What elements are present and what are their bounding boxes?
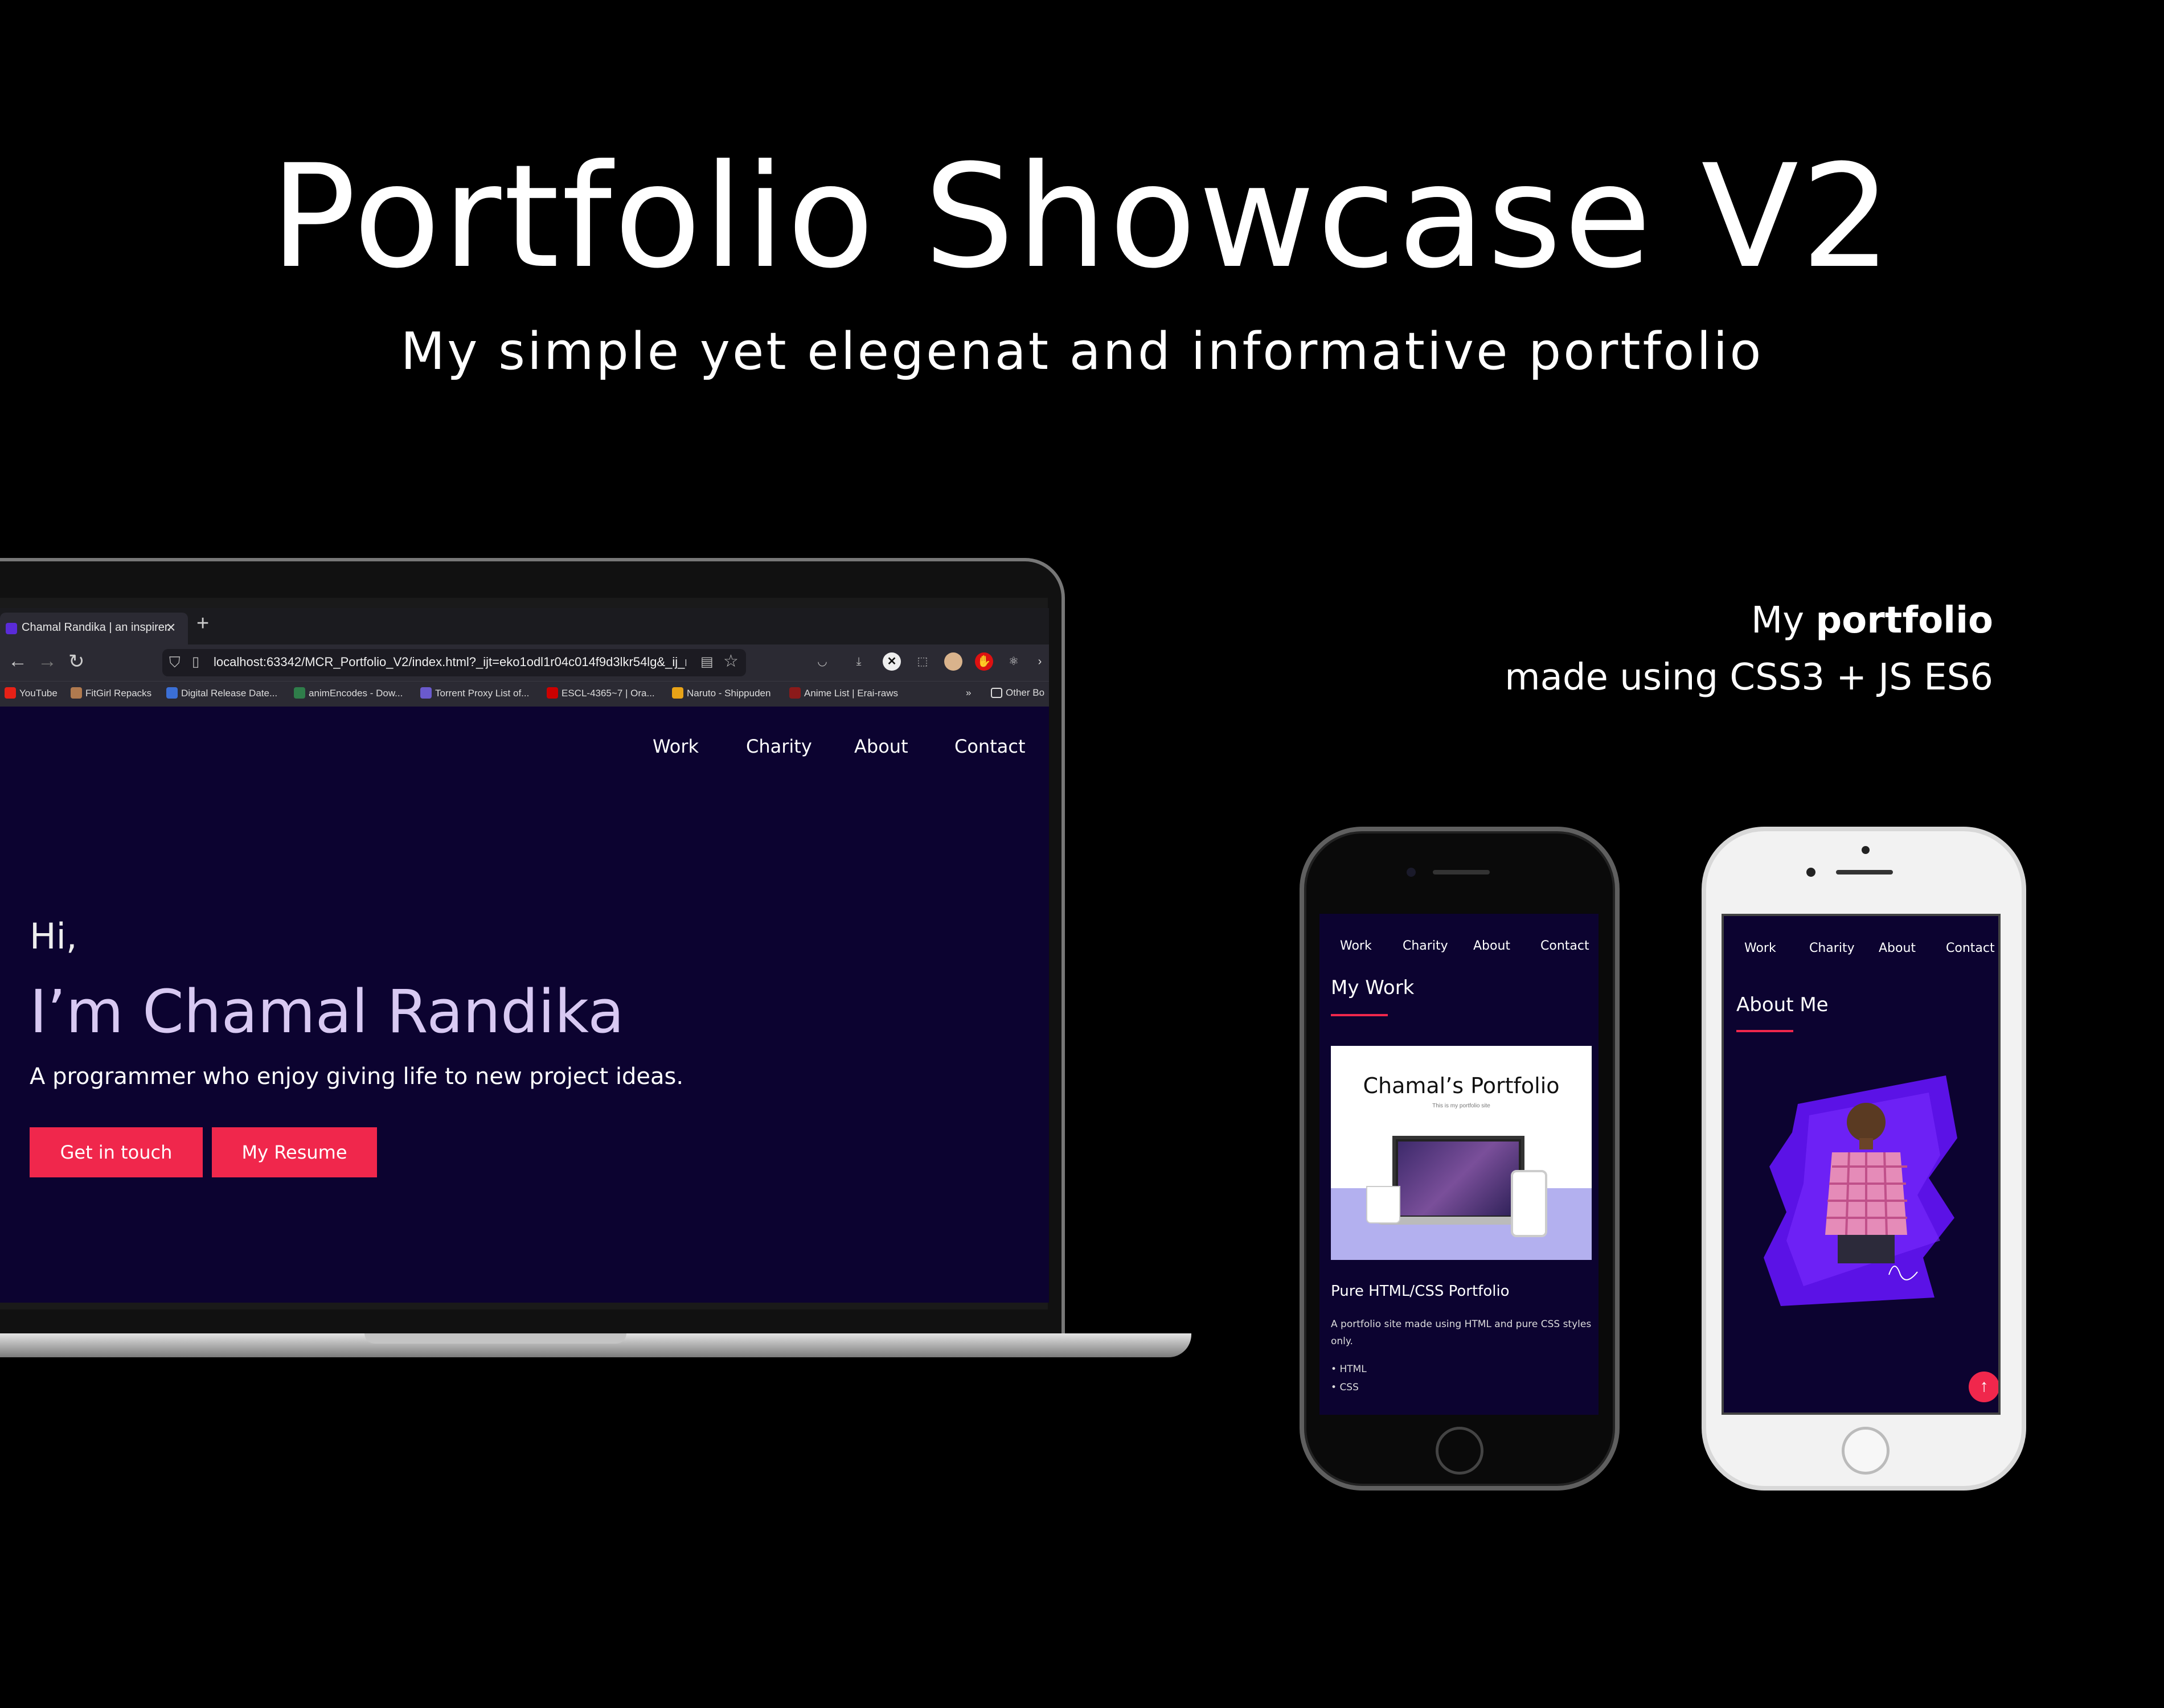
thumbnail-laptop-screen [1398,1142,1519,1216]
mobile-nav-work[interactable]: Work [1340,939,1372,953]
thumbnail-laptop [1392,1136,1524,1221]
mobile-nav-charity[interactable]: Charity [1809,941,1855,955]
phone-speaker [1433,870,1490,874]
phone-about-screen: Work Charity About Contact About Me ↑ [1722,914,2001,1415]
tab-title: Chamal Randika | an inspirer. [22,621,171,634]
phone-mockup-dark: Work Charity About Contact My Work Chama… [1300,827,1620,1491]
forward-icon[interactable]: → [38,650,57,672]
hero-description: A programmer who enjoy giving life to ne… [30,1064,684,1090]
showcase-title: Portfolio Showcase V2 [270,134,1894,299]
pocket-icon[interactable]: ◡ [813,652,831,671]
mobile-nav-charity[interactable]: Charity [1403,939,1448,953]
favicon-icon [6,623,17,634]
project-tag: • HTML [1331,1364,1367,1375]
bookmark-item[interactable]: FitGirl Repacks [71,687,151,699]
site-nav-work[interactable]: Work [653,736,699,757]
phone-sensor [1862,846,1870,854]
bookmark-item[interactable]: Digital Release Date... [166,687,277,699]
profile-avatar-icon[interactable] [944,652,962,671]
project-tag: • CSS [1331,1382,1359,1393]
bookmark-item[interactable]: animEncodes - Dow... [294,687,403,699]
new-tab-icon[interactable]: + [196,611,209,636]
mobile-nav-contact[interactable]: Contact [1946,941,1995,955]
profile-photo [1764,1075,1957,1306]
react-devtools-icon[interactable]: ⚛ [1005,652,1023,671]
thumbnail-title: Chamal’s Portfolio [1363,1073,1560,1098]
hero-greeting: Hi, [30,915,77,957]
person-neck [1859,1138,1873,1149]
phone-camera [1407,868,1416,877]
bookmarks-bar: YouTube FitGirl Repacks Digital Release … [0,681,1049,707]
hero-name: I’m Chamal Randika [30,977,625,1046]
bookmark-item[interactable]: Naruto - Shippuden [672,687,770,699]
bookmarks-overflow-icon[interactable]: » [966,687,971,699]
home-button[interactable] [1842,1427,1890,1475]
tagline-bold: portfolio [1815,600,1993,642]
extension-x-icon[interactable]: ✕ [883,652,901,671]
other-bookmarks-folder[interactable]: Other Bo [991,687,1044,699]
laptop-notch [364,1333,626,1344]
person-head [1847,1103,1886,1142]
section-heading-work: My Work [1331,976,1415,999]
tagline-line2: made using CSS3 + JS ES6 [1505,656,1993,699]
section-heading-about: About Me [1736,993,1829,1016]
scroll-to-top-button[interactable]: ↑ [1969,1372,1998,1402]
mobile-nav-work[interactable]: Work [1744,941,1776,955]
heading-underline [1736,1030,1793,1032]
project-title: Pure HTML/CSS Portfolio [1331,1283,1510,1300]
phone-work-screen: Work Charity About Contact My Work Chama… [1319,914,1599,1415]
page-info-icon[interactable]: ▯ [192,654,199,670]
reader-view-icon[interactable]: ▤ [700,654,714,670]
project-thumbnail[interactable]: Chamal’s Portfolio This is my portfolio … [1331,1046,1592,1260]
browser-tabbar: Chamal Randika | an inspirer. × + [0,608,1049,644]
adblock-icon[interactable]: ✋ [975,652,993,671]
overflow-menu-icon[interactable]: › [1031,652,1049,671]
heading-underline [1331,1014,1388,1016]
back-icon[interactable]: ← [8,650,27,672]
person-trousers [1838,1235,1895,1263]
phone-mockup-light: Work Charity About Contact About Me ↑ [1702,827,2026,1491]
address-bar[interactable]: ⛉ ▯ localhost:63342/MCR_Portfolio_V2/ind… [162,649,746,676]
browser-navbar: ← → ↻ ⛉ ▯ localhost:63342/MCR_Portfolio_… [0,644,1049,681]
mobile-nav-about[interactable]: About [1473,939,1510,953]
site-nav-contact[interactable]: Contact [954,736,1026,757]
get-in-touch-button[interactable]: Get in touch [30,1127,203,1177]
close-tab-icon[interactable]: × [166,618,175,637]
showcase-tagline: My portfolio made using CSS3 + JS ES6 [1481,592,1993,706]
thumbnail-phone [1511,1170,1547,1237]
download-icon[interactable]: ⤓ [850,652,868,671]
mobile-nav-contact[interactable]: Contact [1540,939,1589,953]
thumbnail-subtitle: This is my portfolio site [1432,1103,1490,1109]
extensions-puzzle-icon[interactable]: ⬚ [913,652,932,671]
mobile-nav-about[interactable]: About [1879,941,1916,955]
phone-camera [1806,868,1815,877]
reload-icon[interactable]: ↻ [68,650,85,673]
shield-icon[interactable]: ⛉ [169,654,181,672]
site-nav-about[interactable]: About [854,736,908,757]
showcase-subtitle: My simple yet elegenat and informative p… [400,322,1764,381]
phone-speaker [1836,870,1893,874]
my-resume-button[interactable]: My Resume [212,1127,377,1177]
bookmark-item[interactable]: YouTube [5,687,58,699]
browser-tab[interactable]: Chamal Randika | an inspirer. × [0,613,188,644]
bookmark-item[interactable]: Torrent Proxy List of... [420,687,529,699]
site-nav-charity[interactable]: Charity [746,736,812,757]
bookmark-item[interactable]: Anime List | Erai-raws [789,687,898,699]
laptop-screen: Chamal Randika | an inspirer. × + ← → ↻ … [0,608,1049,1303]
bookmark-item[interactable]: ESCL-4365~7 | Ora... [547,687,655,699]
thumbnail-pencil-cup [1366,1186,1400,1223]
bookmark-star-icon[interactable]: ☆ [723,651,739,671]
tagline-prefix: My [1751,600,1816,642]
home-button[interactable] [1436,1427,1483,1475]
url-text[interactable]: localhost:63342/MCR_Portfolio_V2/index.h… [214,655,686,670]
project-description: A portfolio site made using HTML and pur… [1331,1319,1592,1347]
